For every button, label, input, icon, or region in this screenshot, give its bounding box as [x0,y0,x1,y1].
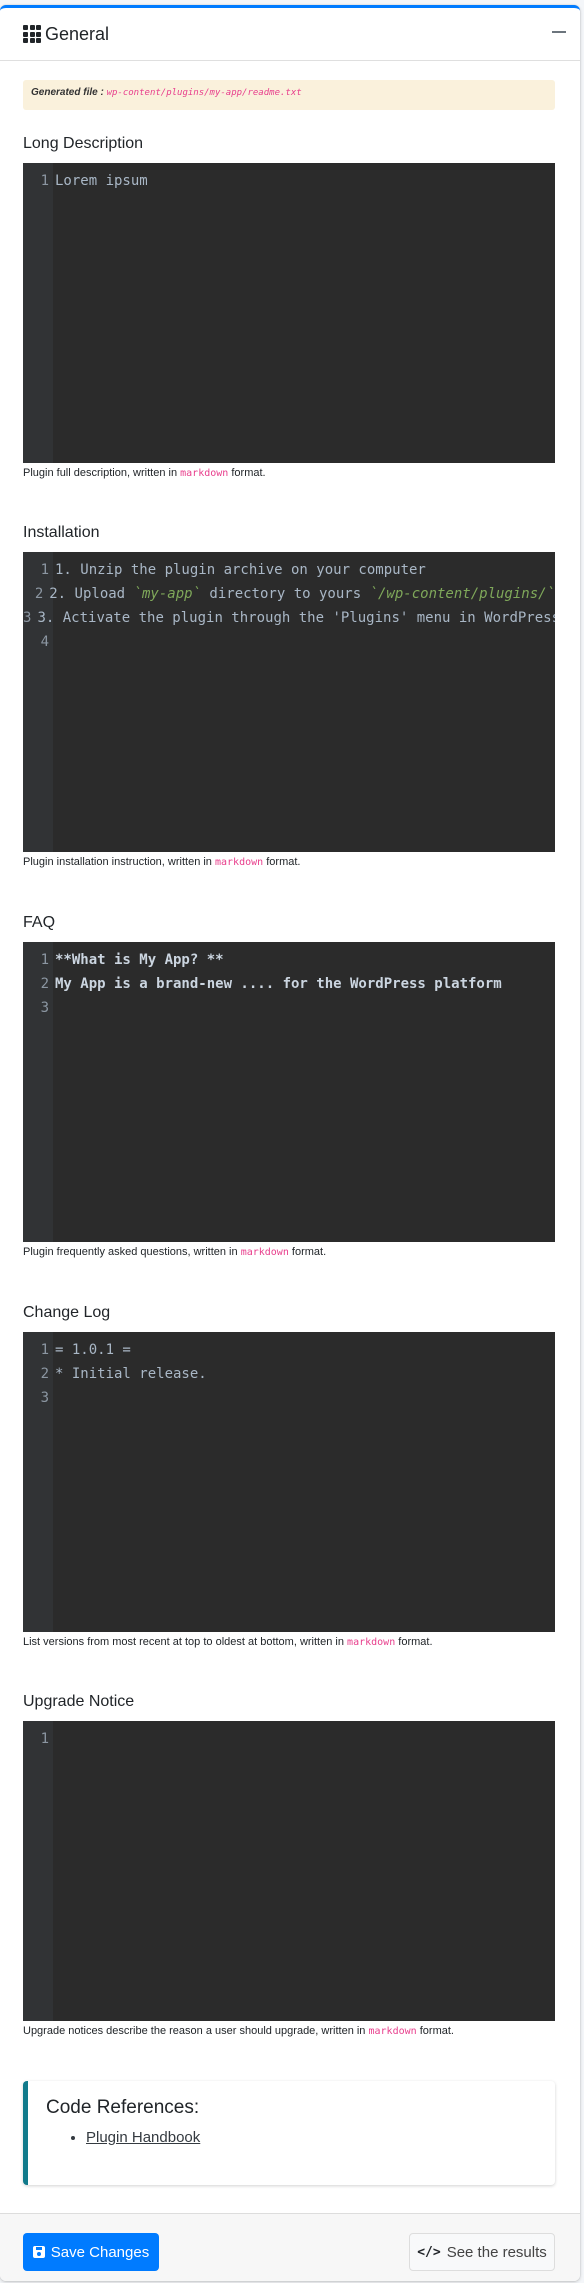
list-item: Plugin Handbook [86,2129,537,2146]
save-changes-button[interactable]: Save Changes [23,2233,159,2271]
editor-line: 1 Lorem ipsum [40,173,148,189]
editor-line: 1 **What is My App? ** [40,952,224,968]
editor-line: 1 1. Unzip the plugin archive on your com… [40,562,426,578]
see-results-button[interactable]: </> See the results [409,2233,555,2271]
generated-file-path: wp-content/plugins/my-app/readme.txt [106,88,302,98]
editor-line: 2 My App is a brand-new .... for the Word… [40,976,502,992]
long-description-section: Long Description 1 Lorem ipsum Plugin ful… [23,135,555,479]
faq-editor[interactable]: 1 **What is My App? ** 2 My App is a brand… [23,942,555,1242]
installation-editor[interactable]: 1 1. Unzip the plugin archive on your com… [23,552,555,852]
save-changes-label: Save Changes [50,2243,150,2261]
installation-label: Installation [23,524,100,541]
editor-line: 1 [40,1731,49,1747]
long-description-editor[interactable]: 1 Lorem ipsum [23,163,555,463]
upgrade-notice-label: Upgrade Notice [23,1693,135,1710]
card-header: General [0,8,580,61]
editor-line: 1 = 1.0.1 = [40,1342,131,1358]
card-footer: Save Changes </> See the results [0,2213,580,2281]
see-results-label: See the results [446,2243,547,2261]
editor-line: 4 [40,634,49,650]
plugin-handbook-link[interactable]: Plugin Handbook [86,2129,200,2146]
upgrade-notice-section: Upgrade Notice 1 Upgrade notices describ… [23,1693,555,2037]
installation-help: Plugin installation instruction, written… [23,856,301,868]
editor-line: 2 * Initial release. [40,1366,207,1382]
card-title: General [23,24,109,45]
editor-line: 3 [40,1000,49,1016]
save-icon [32,2246,45,2258]
faq-section: FAQ 1 **What is My App? ** 2 My App is a b… [23,914,555,1258]
long-description-label: Long Description [23,135,144,152]
editor-line: 3 3. Activate the plugin through the 'Plu… [23,610,555,626]
faq-label: FAQ [23,914,56,931]
editor-gutter [23,1721,53,2021]
code-references-callout: Code References: Plugin Handbook [23,2081,555,2185]
card-title-text: General [45,23,110,44]
minus-icon[interactable] [552,31,566,33]
faq-help: Plugin frequently asked questions, writt… [23,1246,327,1258]
code-icon: </> [417,2244,441,2260]
installation-section: Installation 1 1. Unzip the plugin archiv… [23,524,555,868]
editor-gutter [23,163,53,463]
long-description-help: Plugin full description, written in mark… [23,467,266,479]
upgrade-notice-editor[interactable]: 1 [23,1721,555,2021]
change-log-section: Change Log 1 = 1.0.1 = 2 * Initial release… [23,1304,555,1648]
change-log-help: List versions from most recent at top to… [23,1636,433,1648]
grid-icon [23,25,41,43]
generated-file-label: Generated file : [31,87,104,98]
callout-title: Code References: [46,2097,200,2118]
upgrade-notice-help: Upgrade notices describe the reason a us… [23,2025,454,2037]
generated-file-alert: Generated file : wp-content/plugins/my-a… [23,80,555,110]
editor-line: 3 [40,1390,49,1406]
editor-line: 2 2. Upload `my-app` directory to yours `… [34,586,555,602]
general-card: General Generated file : wp-content/plug… [0,5,580,2281]
change-log-editor[interactable]: 1 = 1.0.1 = 2 * Initial release. 3 [23,1332,555,1632]
change-log-label: Change Log [23,1304,111,1321]
